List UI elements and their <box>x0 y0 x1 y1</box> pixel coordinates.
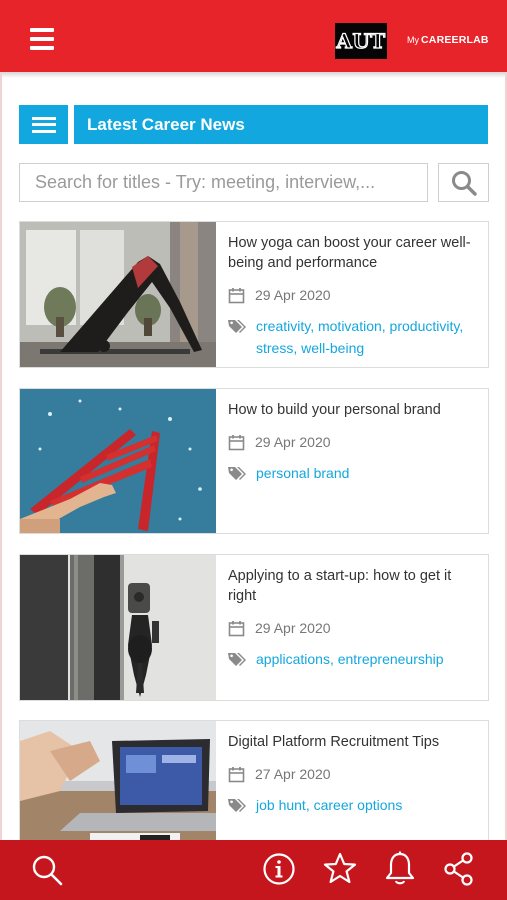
calendar-icon <box>228 620 245 636</box>
search-input[interactable] <box>19 163 428 202</box>
article-date: 27 Apr 2020 <box>255 766 331 782</box>
tags-icon <box>228 799 246 812</box>
hamburger-icon[interactable] <box>30 28 54 50</box>
article-title: Applying to a start-up: how to get it ri… <box>228 568 452 604</box>
article-date-row: 27 Apr 2020 <box>228 764 478 784</box>
share-icon[interactable] <box>443 852 475 886</box>
article-date: 29 Apr 2020 <box>255 287 331 303</box>
article-card[interactable]: How yoga can boost your career well-bein… <box>19 221 489 368</box>
search-button[interactable] <box>438 163 489 202</box>
list-menu-icon <box>31 116 56 133</box>
brand-name: CAREERLAB <box>421 34 489 46</box>
article-body: How yoga can boost your career well-bein… <box>228 222 478 359</box>
article-date-row: 29 Apr 2020 <box>228 432 478 452</box>
aut-logo-text: AUT <box>336 28 386 53</box>
article-tags-row: job hunt, career options <box>228 794 478 816</box>
careerlab-brand: My CAREERLAB <box>407 34 489 46</box>
article-tags-row: applications, entrepreneurship <box>228 648 478 670</box>
article-tags[interactable]: applications, entrepreneurship <box>256 648 444 670</box>
tags-icon <box>228 467 246 480</box>
tags-icon <box>228 653 246 666</box>
door-keys-photo <box>20 555 216 700</box>
app-header: AUT My CAREERLAB <box>0 0 507 72</box>
article-tags[interactable]: creativity, motivation, productivity, st… <box>256 315 478 359</box>
aut-logo: AUT <box>335 23 387 59</box>
article-date: 29 Apr 2020 <box>255 620 331 636</box>
article-date: 29 Apr 2020 <box>255 434 331 450</box>
tags-icon <box>228 320 246 333</box>
article-card[interactable]: Digital Platform Recruitment Tips 27 Apr… <box>19 720 489 850</box>
article-card[interactable]: How to build your personal brand 29 Apr … <box>19 388 489 534</box>
search-icon[interactable] <box>31 854 63 886</box>
calendar-icon <box>228 766 245 782</box>
article-body: Applying to a start-up: how to get it ri… <box>228 555 478 670</box>
article-tags-row: personal brand <box>228 462 478 484</box>
article-tags[interactable]: personal brand <box>256 462 349 484</box>
star-icon[interactable] <box>322 851 358 887</box>
brand-my: My <box>407 35 419 45</box>
frame-left <box>0 72 2 840</box>
bottom-nav-bar <box>0 840 507 900</box>
section-menu-button[interactable] <box>19 105 68 144</box>
yoga-pose-photo <box>20 222 216 367</box>
article-tags[interactable]: job hunt, career options <box>256 794 402 816</box>
search-icon <box>451 170 477 196</box>
calendar-icon <box>228 287 245 303</box>
article-body: How to build your personal brand 29 Apr … <box>228 389 478 484</box>
article-title: How yoga can boost your career well-bein… <box>228 235 471 271</box>
bell-icon[interactable] <box>384 851 416 887</box>
article-title: How to build your personal brand <box>228 402 441 418</box>
article-date-row: 29 Apr 2020 <box>228 618 478 638</box>
section-title: Latest Career News <box>74 105 488 144</box>
info-icon[interactable] <box>262 852 296 886</box>
article-title: Digital Platform Recruitment Tips <box>228 734 440 750</box>
red-ladder-photo <box>20 389 216 533</box>
article-date-row: 29 Apr 2020 <box>228 285 478 305</box>
article-card[interactable]: Applying to a start-up: how to get it ri… <box>19 554 489 701</box>
laptop-meeting-photo <box>20 721 216 850</box>
calendar-icon <box>228 434 245 450</box>
article-tags-row: creativity, motivation, productivity, st… <box>228 315 478 359</box>
header-shadow <box>0 72 507 78</box>
article-body: Digital Platform Recruitment Tips 27 Apr… <box>228 721 478 816</box>
